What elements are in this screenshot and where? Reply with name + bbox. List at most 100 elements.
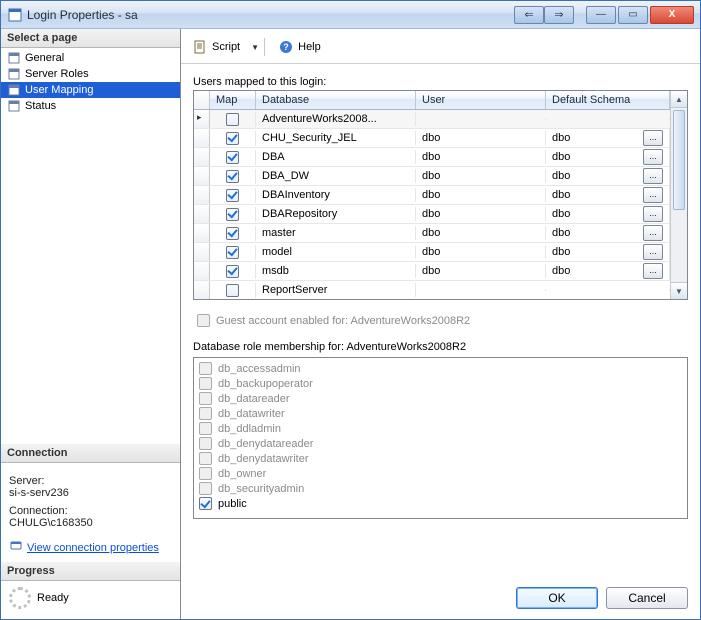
scroll-thumb[interactable]	[673, 110, 685, 210]
schema-browse-button[interactable]: ...	[643, 225, 663, 241]
user-cell: dbo	[416, 264, 546, 278]
schema-browse-button[interactable]: ...	[643, 187, 663, 203]
sidebar-item-general[interactable]: General	[1, 50, 180, 66]
table-row[interactable]: modeldbodbo...	[194, 243, 670, 262]
ok-button[interactable]: OK	[516, 587, 598, 609]
connection-value: CHULG\c168350	[9, 517, 172, 529]
role-label: db_accessadmin	[218, 363, 301, 375]
sidebar-item-user-mapping[interactable]: User Mapping	[1, 82, 180, 98]
map-cell	[210, 112, 256, 127]
database-cell: model	[256, 245, 416, 259]
grid-scrollbar[interactable]: ▲ ▼	[670, 91, 687, 299]
schema-cell: dbo...	[546, 243, 670, 261]
row-header	[194, 281, 210, 299]
sidebar-item-status[interactable]: Status	[1, 98, 180, 114]
map-checkbox[interactable]	[226, 265, 239, 278]
role-label: db_owner	[218, 468, 266, 480]
schema-cell	[546, 289, 670, 291]
toolbar: Script ▼ ? Help	[181, 29, 700, 64]
guest-enabled-checkbox	[197, 314, 210, 327]
map-checkbox[interactable]	[226, 189, 239, 202]
role-label: db_denydatareader	[218, 438, 313, 450]
role-item: db_ddladmin	[199, 421, 682, 436]
svg-text:?: ?	[283, 42, 289, 52]
row-header	[194, 186, 210, 204]
row-header	[194, 243, 210, 261]
role-checkbox[interactable]	[199, 497, 212, 510]
roles-list: db_accessadmindb_backupoperatordb_datare…	[193, 357, 688, 519]
maximize-button[interactable]: ▭	[618, 6, 648, 24]
nav-prev-button[interactable]: ⇐	[514, 6, 544, 24]
role-checkbox	[199, 482, 212, 495]
schema-browse-button[interactable]: ...	[643, 149, 663, 165]
schema-browse-button[interactable]: ...	[643, 263, 663, 279]
table-row[interactable]: DBA_DWdbodbo...	[194, 167, 670, 186]
map-checkbox[interactable]	[226, 246, 239, 259]
page-icon	[7, 83, 21, 97]
role-label: db_securityadmin	[218, 483, 304, 495]
column-header-schema[interactable]: Default Schema	[546, 91, 670, 109]
scroll-up-arrow[interactable]: ▲	[671, 91, 687, 108]
schema-browse-button[interactable]: ...	[643, 130, 663, 146]
role-item: db_denydatareader	[199, 436, 682, 451]
schema-browse-button[interactable]: ...	[643, 168, 663, 184]
map-cell	[210, 188, 256, 203]
table-row[interactable]: AdventureWorks2008...	[194, 110, 670, 129]
schema-cell: dbo...	[546, 129, 670, 147]
role-item[interactable]: public	[199, 496, 682, 511]
schema-browse-button[interactable]: ...	[643, 244, 663, 260]
table-row[interactable]: CHU_Security_JELdbodbo...	[194, 129, 670, 148]
role-checkbox	[199, 377, 212, 390]
map-checkbox[interactable]	[226, 170, 239, 183]
table-row[interactable]: DBAdbodbo...	[194, 148, 670, 167]
help-button[interactable]: ? Help	[273, 37, 326, 57]
table-row[interactable]: msdbdbodbo...	[194, 262, 670, 281]
role-checkbox	[199, 437, 212, 450]
roles-label: Database role membership for: AdventureW…	[193, 341, 688, 353]
close-button[interactable]: X	[650, 6, 694, 24]
database-cell: CHU_Security_JEL	[256, 131, 416, 145]
column-header-user[interactable]: User	[416, 91, 546, 109]
table-row[interactable]: ReportServer	[194, 281, 670, 299]
scroll-down-arrow[interactable]: ▼	[671, 282, 687, 299]
map-checkbox[interactable]	[226, 151, 239, 164]
user-cell: dbo	[416, 188, 546, 202]
view-connection-properties-link[interactable]: View connection properties	[27, 542, 159, 554]
connection-info: Server: si-s-serv236 Connection: CHULG\c…	[1, 463, 180, 562]
row-header	[194, 110, 210, 128]
database-cell: DBA	[256, 150, 416, 164]
database-cell: DBAInventory	[256, 188, 416, 202]
nav-next-button[interactable]: ⇒	[544, 6, 574, 24]
map-checkbox[interactable]	[226, 132, 239, 145]
help-icon: ?	[278, 39, 294, 55]
select-page-header: Select a page	[1, 29, 180, 48]
column-header-map[interactable]: Map	[210, 91, 256, 109]
table-row[interactable]: DBARepositorydbodbo...	[194, 205, 670, 224]
map-checkbox[interactable]	[226, 208, 239, 221]
database-cell: DBARepository	[256, 207, 416, 221]
schema-browse-button[interactable]: ...	[643, 206, 663, 222]
cancel-button[interactable]: Cancel	[606, 587, 688, 609]
schema-cell: dbo...	[546, 262, 670, 280]
role-label: db_datawriter	[218, 408, 285, 420]
map-checkbox[interactable]	[226, 227, 239, 240]
server-value: si-s-serv236	[9, 487, 172, 499]
role-checkbox	[199, 407, 212, 420]
schema-cell: dbo...	[546, 224, 670, 242]
sidebar-item-server-roles[interactable]: Server Roles	[1, 66, 180, 82]
map-checkbox[interactable]	[226, 113, 239, 126]
table-row[interactable]: masterdbodbo...	[194, 224, 670, 243]
titlebar[interactable]: Login Properties - sa ⇐ ⇒ — ▭ X	[1, 1, 700, 29]
table-row[interactable]: DBAInventorydbodbo...	[194, 186, 670, 205]
map-cell	[210, 283, 256, 298]
connection-label: Connection:	[9, 505, 172, 517]
progress-spinner-icon	[9, 587, 31, 609]
minimize-button[interactable]: —	[586, 6, 616, 24]
script-button[interactable]: Script	[187, 37, 245, 57]
script-label: Script	[212, 41, 240, 53]
column-header-database[interactable]: Database	[256, 91, 416, 109]
map-checkbox[interactable]	[226, 284, 239, 297]
script-dropdown-arrow[interactable]: ▼	[249, 43, 256, 52]
role-label: db_ddladmin	[218, 423, 281, 435]
database-cell: ReportServer	[256, 283, 416, 297]
